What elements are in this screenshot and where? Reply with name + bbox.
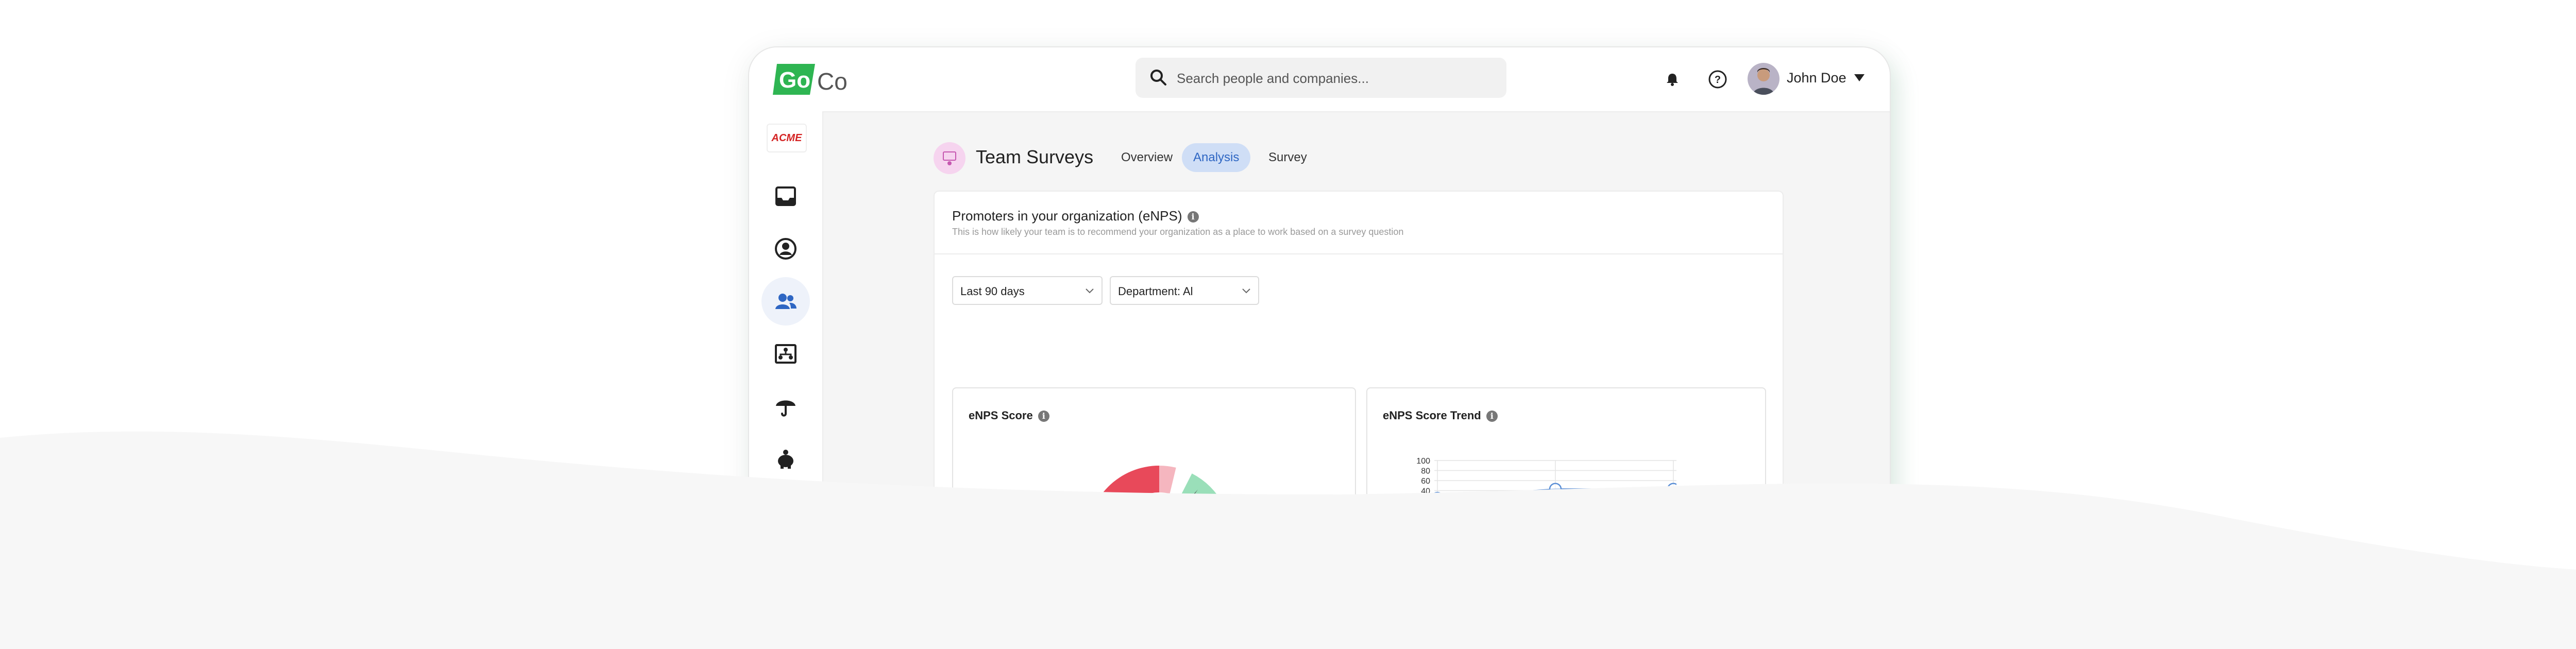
trend-point <box>1431 491 1444 505</box>
divider <box>935 253 1783 254</box>
gauge-passive-segment <box>1159 466 1176 494</box>
piggy-bank-icon <box>778 450 793 469</box>
tab-analysis[interactable]: Analysis <box>1182 143 1251 172</box>
goco-logo[interactable]: Go Co <box>773 61 853 98</box>
tab-survey[interactable]: Survey <box>1257 143 1318 172</box>
gauge-max-label: 100 <box>1234 515 1257 531</box>
gauge-min-label: -100 <box>1047 515 1074 531</box>
app-window: Go Co ? John Doe <box>748 46 1891 563</box>
sidebar-item-org-chart[interactable] <box>761 330 810 378</box>
page-title: Team Surveys <box>976 146 1094 167</box>
info-icon[interactable]: i <box>1038 411 1049 422</box>
inbox-icon <box>775 186 796 206</box>
chevron-down-icon <box>1242 288 1250 294</box>
sidebar-item-time-off[interactable] <box>761 487 810 536</box>
y-tick-label: -20 <box>1418 517 1430 526</box>
y-tick-label: 60 <box>1421 477 1430 486</box>
team-surveys-icon <box>934 142 965 174</box>
card-title: Promoters in your organization (eNPS) i <box>952 208 1199 224</box>
search-bar[interactable] <box>1136 58 1506 98</box>
bell-icon[interactable] <box>1662 69 1683 90</box>
enps-score-value: 43 <box>1128 525 1163 560</box>
caret-down-icon[interactable] <box>1854 73 1865 82</box>
enps-card: Promoters in your organization (eNPS) i T… <box>934 191 1784 562</box>
y-tick-label: -40 <box>1418 527 1430 536</box>
y-tick-label: 100 <box>1416 457 1430 466</box>
department-select[interactable]: Department: Al <box>1110 276 1259 305</box>
y-axis-label: NPS Score <box>1400 507 1409 548</box>
period-select[interactable]: Last 90 days <box>952 276 1103 305</box>
trend-point <box>1667 483 1676 496</box>
umbrella-icon <box>776 400 795 417</box>
department-select-value: Department: Al <box>1118 285 1193 298</box>
people-icon <box>775 294 796 309</box>
sidebar-item-insurance[interactable] <box>761 382 810 431</box>
enps-trend-chart: 100806040200-20-40 NPS Score <box>1400 457 1676 548</box>
y-tick-label: 80 <box>1421 467 1430 476</box>
period-select-value: Last 90 days <box>960 285 1025 298</box>
user-name[interactable]: John Doe <box>1787 70 1846 86</box>
y-tick-label: 40 <box>1421 487 1430 496</box>
airplane-icon <box>776 507 796 521</box>
org-chart-icon <box>775 344 796 364</box>
info-icon[interactable]: i <box>1187 211 1199 223</box>
svg-text:Go: Go <box>779 67 810 93</box>
person-circle-icon <box>775 238 796 260</box>
sidebar: ACME <box>749 111 823 562</box>
sidebar-item-profile[interactable] <box>761 225 810 273</box>
top-bar: Go Co ? John Doe <box>749 47 1890 112</box>
search-icon <box>1150 70 1166 86</box>
sidebar-item-inbox[interactable] <box>761 172 810 220</box>
avatar[interactable] <box>1748 63 1780 95</box>
enps-score-title: eNPS Score i <box>969 409 1049 422</box>
card-description: This is how likely your team is to recom… <box>952 227 1404 237</box>
help-icon[interactable]: ? <box>1707 69 1728 90</box>
company-logo[interactable]: ACME <box>767 124 807 152</box>
svg-text:Co: Co <box>817 68 848 95</box>
info-icon[interactable]: i <box>1486 411 1498 422</box>
enps-trend-panel: eNPS Score Trend i 100 80 60 40 20 0 -20 -40 NPS … <box>1366 387 1766 562</box>
trend-point <box>1549 483 1562 496</box>
y-tick-label: 0 <box>1426 507 1430 516</box>
tab-overview[interactable]: Overview <box>1110 143 1184 172</box>
enps-score-panel: eNPS Score i -100 100 43 <box>952 387 1356 562</box>
svg-text:?: ? <box>1715 74 1721 86</box>
chevron-down-icon <box>1086 288 1094 294</box>
search-input[interactable] <box>1176 65 1487 92</box>
sidebar-item-people[interactable] <box>761 277 810 326</box>
enps-trend-title: eNPS Score Trend i <box>1383 409 1498 422</box>
sidebar-item-savings[interactable] <box>761 435 810 483</box>
y-tick-label: 20 <box>1421 497 1430 506</box>
